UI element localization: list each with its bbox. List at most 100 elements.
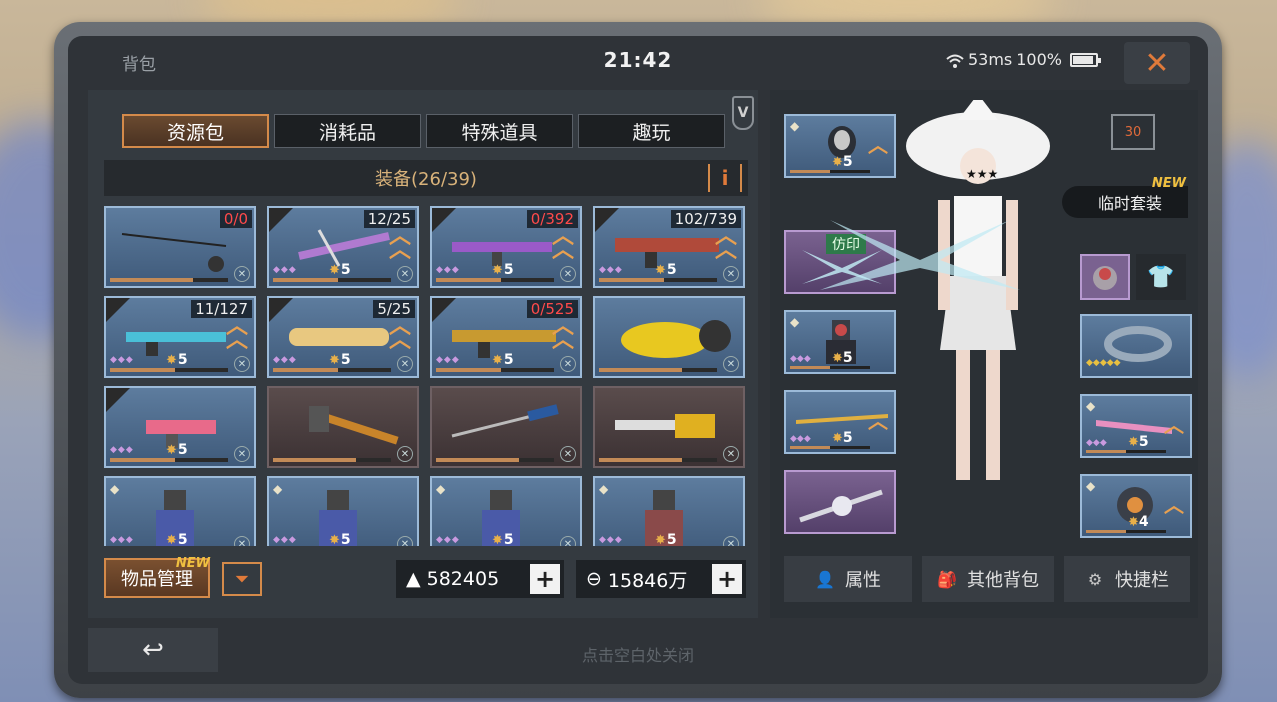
shirt-icon: 👕 bbox=[1147, 264, 1175, 290]
svg-text:★★★: ★★★ bbox=[966, 167, 998, 181]
upgrade-icon: ︿ bbox=[1164, 493, 1184, 517]
item-slot[interactable]: ◆ ◆◆◆ ✸ 5 ✕ bbox=[593, 476, 745, 546]
repair-icon: ✕ bbox=[723, 446, 739, 462]
slot-melee-weapon[interactable] bbox=[784, 470, 896, 534]
slot-accessory-ring[interactable] bbox=[1080, 254, 1130, 300]
item-rank: ✸ 5 bbox=[655, 262, 677, 278]
inventory-panel: 资源包 消耗品 特殊道具 趣玩 V 装备(26/39) i 0/0 ✕ 12/25 ◆… bbox=[88, 90, 758, 618]
tab-fun[interactable]: 趣玩 bbox=[578, 114, 725, 148]
gem-icon: ◆ bbox=[790, 119, 800, 133]
tab-special-items[interactable]: 特殊道具 bbox=[426, 114, 573, 148]
repair-icon: ✕ bbox=[234, 446, 250, 462]
item-slot[interactable]: ✕ bbox=[593, 296, 745, 378]
slot-pink-gun[interactable]: ◆ ◆◆◆ ✸5 ︿ bbox=[1080, 394, 1192, 458]
upgrade-icon: ︿ bbox=[868, 409, 888, 433]
tablet-frame: 背包 21:42 53ms 100% ✕ 资源包 消耗品 特殊道具 趣玩 V 装… bbox=[54, 22, 1222, 698]
upgrade-icon: ︿ ︿ bbox=[551, 314, 574, 353]
add-material-button[interactable]: + bbox=[530, 564, 560, 594]
gem-icon: ◆ bbox=[790, 315, 800, 329]
attributes-button[interactable]: 👤 属性 bbox=[784, 556, 912, 602]
battery-icon bbox=[1070, 52, 1101, 67]
filter-button[interactable]: ⏷ bbox=[222, 562, 262, 596]
gem-icon: ◆ bbox=[599, 482, 609, 496]
item-slot[interactable]: 0/392 ◆◆◆ ✸ 5 ︿ ︿ ✕ bbox=[430, 206, 582, 288]
item-slot[interactable]: 11/127 ◆◆◆ ✸ 5 ︿ ︿ ✕ bbox=[104, 296, 256, 378]
coin-amount: 15846万 bbox=[607, 569, 688, 592]
item-slot[interactable]: ✕ bbox=[430, 386, 582, 468]
item-rank: ✸ 5 bbox=[492, 352, 514, 368]
hotbar-button[interactable]: ⚙ 快捷栏 bbox=[1064, 556, 1190, 602]
upgrade-icon: ︿ bbox=[868, 133, 888, 157]
repair-icon: ✕ bbox=[234, 266, 250, 282]
gem-icon: ◆ bbox=[273, 482, 283, 496]
item-slot[interactable]: ◆ ◆◆◆ ✸ 5 ✕ bbox=[430, 476, 582, 546]
slot-helmet[interactable]: ◆ ✸5 ︿ bbox=[784, 114, 896, 178]
repair-icon: ✕ bbox=[723, 266, 739, 282]
material-amount: 582405 bbox=[426, 568, 500, 590]
item-slot[interactable]: 5/25 ◆◆◆ ✸ 5 ︿ ︿ ✕ bbox=[267, 296, 419, 378]
item-rank: ✸ 5 bbox=[329, 532, 351, 546]
repair-icon: ✕ bbox=[397, 446, 413, 462]
wifi-icon bbox=[946, 53, 964, 68]
item-grid: 0/0 ✕ 12/25 ◆◆◆ ✸ 5 ︿ ︿ ✕ 0/392 ◆◆◆ ✸ 5 ︿ ︿ ✕ 102/739 ◆◆◆… bbox=[104, 206, 748, 546]
status-indicators: 53ms 100% bbox=[946, 50, 1101, 69]
slot-rank: ✸5 bbox=[832, 154, 853, 170]
filter-icon: ⏷ bbox=[234, 568, 250, 590]
ping-value: 53ms bbox=[967, 50, 1013, 69]
close-button[interactable]: ✕ bbox=[1124, 42, 1190, 84]
upgrade-icon: ︿ ︿ bbox=[714, 224, 737, 263]
item-rank: ✸ 5 bbox=[166, 532, 188, 546]
item-rank: ✸ 5 bbox=[492, 532, 514, 546]
item-manage-button[interactable]: 物品管理 NEW bbox=[104, 556, 210, 598]
close-icon: ✕ bbox=[1144, 45, 1170, 81]
item-rank: ✸ 5 bbox=[329, 352, 351, 368]
item-rank: ✸ 5 bbox=[166, 442, 188, 458]
backpack-icon: 🎒 bbox=[937, 569, 957, 589]
gem-icon: ◆ bbox=[436, 482, 446, 496]
add-coin-button[interactable]: + bbox=[712, 564, 742, 594]
item-slot[interactable]: ◆◆◆ ✸ 5 ✕ bbox=[104, 386, 256, 468]
level-icon: 30 bbox=[1111, 114, 1155, 150]
temp-outfit-label: 临时套装 bbox=[1098, 194, 1163, 213]
upgrade-icon: ︿ ︿ bbox=[551, 224, 574, 263]
slot-rank: ✸4 bbox=[1128, 514, 1149, 530]
item-image bbox=[615, 414, 715, 438]
hotbar-icon: ⚙ bbox=[1087, 569, 1103, 589]
item-rank: ✸ 5 bbox=[655, 532, 677, 546]
item-rank: ✸ 5 bbox=[166, 352, 188, 368]
inventory-screen: 背包 21:42 53ms 100% ✕ 资源包 消耗品 特殊道具 趣玩 V 装… bbox=[68, 36, 1208, 684]
item-slot[interactable]: 0/525 ◆◆◆ ✸ 5 ︿ ︿ ✕ bbox=[430, 296, 582, 378]
vip-badge[interactable]: V bbox=[732, 96, 754, 130]
item-slot[interactable]: ◆ ◆◆◆ ✸ 5 ✕ bbox=[104, 476, 256, 546]
repair-icon: ✕ bbox=[397, 266, 413, 282]
item-slot[interactable]: 102/739 ◆◆◆ ✸ 5 ︿ ︿ ✕ bbox=[593, 206, 745, 288]
slot-gold-spear[interactable]: ◆◆◆ ✸5 ︿ bbox=[784, 390, 896, 454]
repair-icon: ✕ bbox=[560, 536, 576, 546]
repair-icon: ✕ bbox=[560, 266, 576, 282]
material-icon: ▲ bbox=[406, 568, 421, 590]
level-badge[interactable]: 30 bbox=[1108, 114, 1158, 154]
repair-icon: ✕ bbox=[397, 536, 413, 546]
item-slot[interactable]: ✕ bbox=[267, 386, 419, 468]
item-image bbox=[451, 404, 559, 438]
tab-resource-pack[interactable]: 资源包 bbox=[122, 114, 269, 148]
attributes-icon: 👤 bbox=[815, 569, 835, 589]
repair-icon: ✕ bbox=[397, 356, 413, 372]
slot-rank: ✸5 bbox=[1128, 434, 1149, 450]
category-tabs: 资源包 消耗品 特殊道具 趣玩 bbox=[122, 114, 725, 148]
item-slot[interactable]: 12/25 ◆◆◆ ✸ 5 ︿ ︿ ✕ bbox=[267, 206, 419, 288]
other-backpack-button[interactable]: 🎒 其他背包 bbox=[922, 556, 1054, 602]
currency-material: ▲ 582405 + bbox=[396, 560, 564, 598]
slot-mech-helmet[interactable]: ◆ ✸4 ︿ bbox=[1080, 474, 1192, 538]
tab-consumables[interactable]: 消耗品 bbox=[274, 114, 421, 148]
item-slot[interactable]: ✕ bbox=[593, 386, 745, 468]
gem-icon: ◆ bbox=[1086, 479, 1096, 493]
equipment-count: 装备(26/39) bbox=[375, 169, 477, 190]
temp-outfit-button[interactable]: 临时套装 NEW bbox=[1062, 176, 1188, 218]
slot-bracelet[interactable]: ◆◆◆◆◆ bbox=[1080, 314, 1192, 378]
slot-shirt[interactable]: 👕 bbox=[1136, 254, 1186, 300]
item-slot[interactable]: 0/0 ✕ bbox=[104, 206, 256, 288]
repair-icon: ✕ bbox=[234, 356, 250, 372]
item-slot[interactable]: ◆ ◆◆◆ ✸ 5 ✕ bbox=[267, 476, 419, 546]
info-button[interactable]: i bbox=[708, 164, 742, 192]
